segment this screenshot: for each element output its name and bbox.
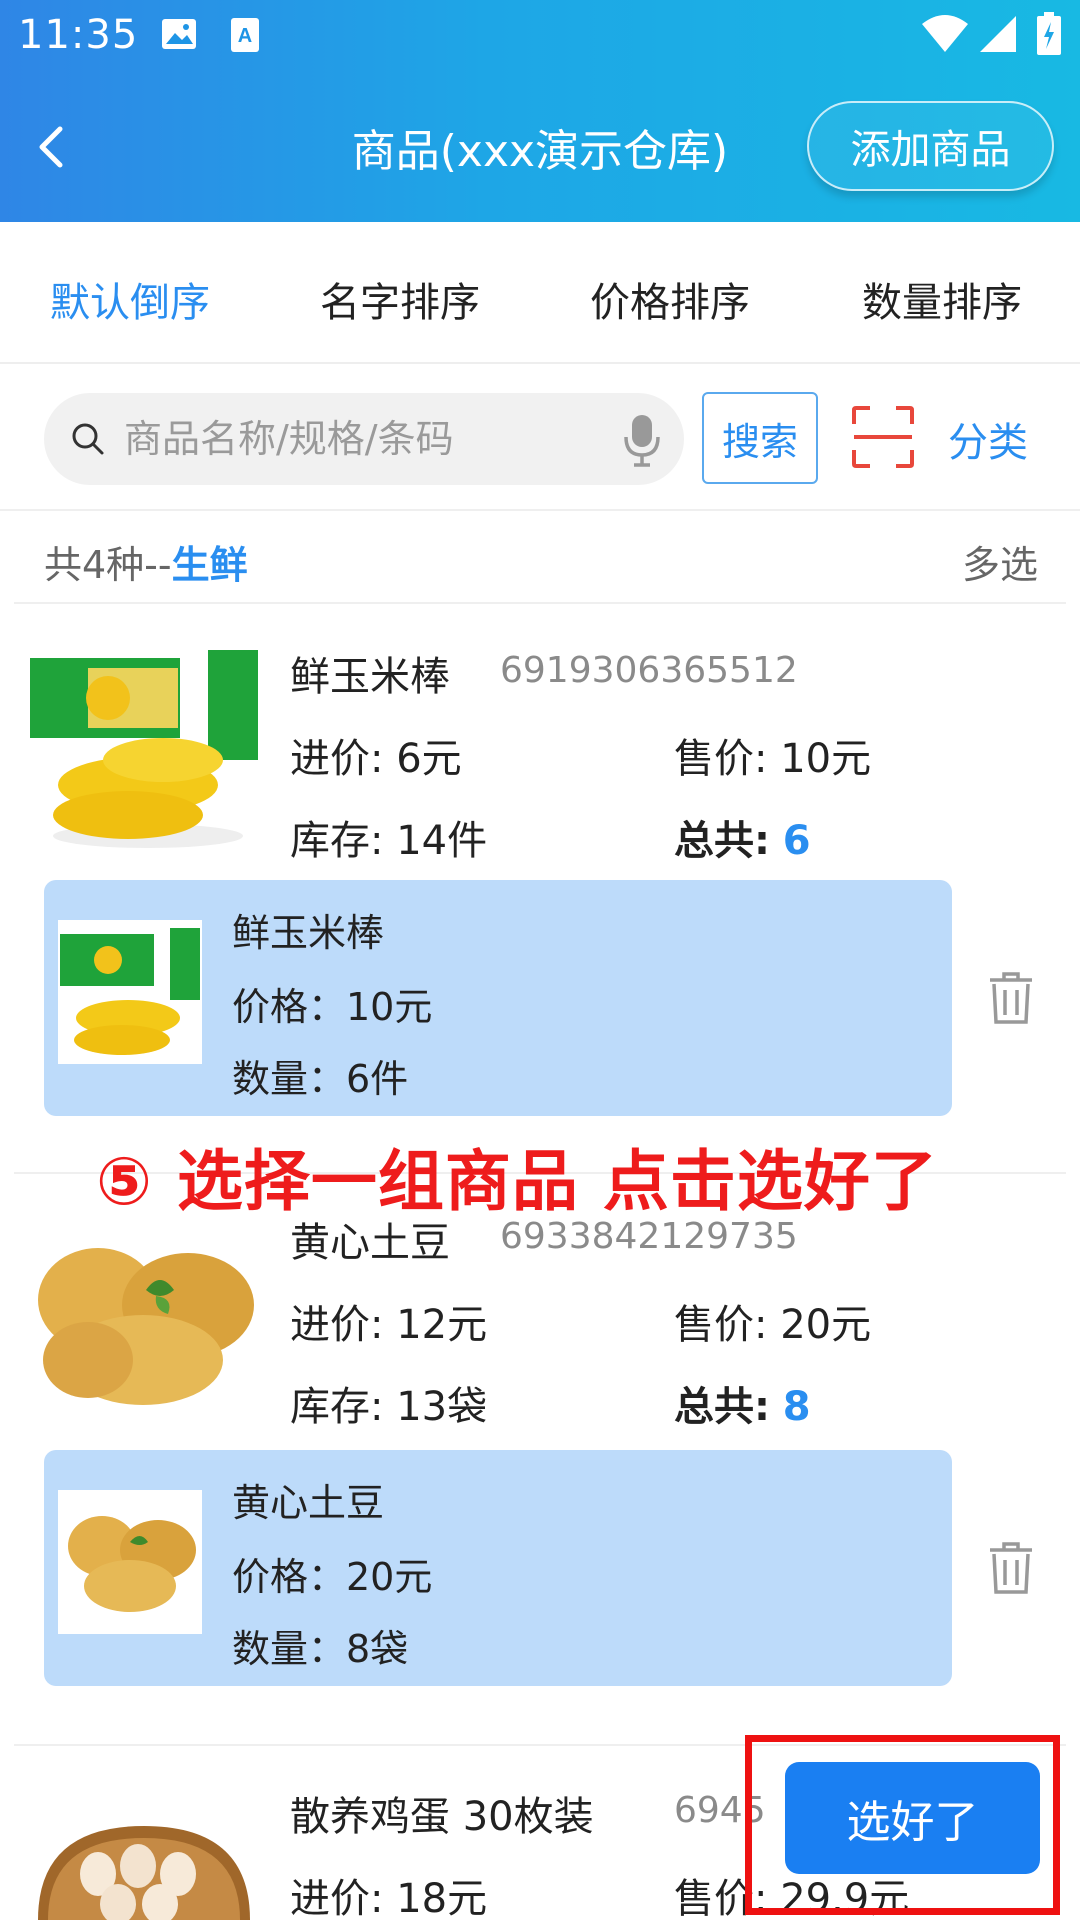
product-name: 散养鸡蛋 30枚装 xyxy=(290,1794,594,1840)
total-value: 8 xyxy=(782,1384,811,1430)
a-icon: A xyxy=(231,18,259,52)
total: 总共: 6 xyxy=(674,808,811,866)
product-item[interactable]: 鲜玉米棒 6919306365512 进价: 6元 售价: 10元 库存: 14… xyxy=(0,604,1080,1174)
svg-text:A: A xyxy=(238,25,252,47)
search-box xyxy=(44,393,684,485)
product-image-corn xyxy=(30,650,258,848)
search-icon xyxy=(72,423,104,455)
selected-image-potato xyxy=(58,1490,202,1634)
selected-item[interactable]: 黄心土豆 价格：20元 数量：8袋 xyxy=(44,1450,952,1686)
purchase-price: 进价: 12元 xyxy=(290,1302,488,1348)
selected-price: 价格：10元 xyxy=(232,985,433,1029)
selected-price: 价格：20元 xyxy=(232,1555,433,1599)
purchase-price: 进价: 18元 xyxy=(290,1876,488,1920)
stock: 库存: 13袋 xyxy=(290,1384,488,1430)
purchase-price: 进价: 6元 xyxy=(290,736,462,782)
search-button[interactable]: 搜索 xyxy=(702,392,818,484)
tab-price-sort[interactable]: 价格排序 xyxy=(590,270,750,328)
signal-icon xyxy=(980,16,1016,52)
search-row: 搜索 分类 xyxy=(0,366,1080,511)
wifi-icon xyxy=(922,15,968,52)
sort-tabs: 默认倒序 名字排序 价格排序 数量排序 xyxy=(0,222,1080,364)
selected-quantity: 数量：6件 xyxy=(232,1057,409,1101)
total-label: 总共: xyxy=(674,818,770,864)
battery-icon xyxy=(1037,12,1061,55)
selected-image-corn xyxy=(58,920,202,1064)
sale-price: 售价: 10元 xyxy=(674,736,872,782)
category-button[interactable]: 分类 xyxy=(948,410,1028,468)
scan-icon[interactable] xyxy=(852,406,914,468)
summary-category: 生鲜 xyxy=(171,543,248,587)
nav-bar: 商品(xxx演示仓库) 添加商品 xyxy=(0,95,1080,195)
microphone-icon[interactable] xyxy=(622,413,662,467)
sale-price: 售价: 20元 xyxy=(674,1302,872,1348)
product-item[interactable]: 黄心土豆 6933842129735 进价: 12元 售价: 20元 库存: 1… xyxy=(0,1174,1080,1746)
trash-icon[interactable] xyxy=(986,970,1036,1026)
done-button[interactable]: 选好了 xyxy=(785,1762,1040,1874)
app-header: 11:35 A 商品(xxx演示仓库) 添加商品 xyxy=(0,0,1080,222)
tab-default-desc[interactable]: 默认倒序 xyxy=(50,270,210,328)
product-name: 鲜玉米棒 xyxy=(290,654,450,700)
summary-count-text: 共4种-- xyxy=(44,543,172,587)
page-title: 商品(xxx演示仓库) xyxy=(351,126,729,177)
total: 总共: 8 xyxy=(674,1374,811,1432)
summary-count: 共4种--生鲜 xyxy=(44,534,248,589)
multi-select-button[interactable]: 多选 xyxy=(962,534,1038,589)
add-product-button[interactable]: 添加商品 xyxy=(807,101,1054,191)
status-time: 11:35 xyxy=(18,12,139,58)
summary-row: 共4种--生鲜 多选 xyxy=(0,512,1080,604)
status-bar: 11:35 A xyxy=(0,0,1080,72)
stock: 库存: 14件 xyxy=(290,818,488,864)
trash-icon[interactable] xyxy=(986,1540,1036,1596)
product-code: 6919306365512 xyxy=(500,650,798,691)
selected-name: 鲜玉米棒 xyxy=(232,911,385,955)
total-label: 总共: xyxy=(674,1384,770,1430)
chevron-left-icon[interactable] xyxy=(22,117,82,177)
total-value: 6 xyxy=(782,818,811,864)
tab-quantity-sort[interactable]: 数量排序 xyxy=(862,270,1022,328)
selected-quantity: 数量：8袋 xyxy=(232,1627,409,1671)
selected-name: 黄心土豆 xyxy=(232,1481,385,1525)
image-icon xyxy=(162,19,196,49)
product-image-potato xyxy=(38,1248,254,1405)
search-input[interactable] xyxy=(124,393,604,485)
selected-item[interactable]: 鲜玉米棒 价格：10元 数量：6件 xyxy=(44,880,952,1116)
instruction-annotation: ⑤ 选择一组商品 点击选好了 xyxy=(96,1143,938,1220)
tab-name-sort[interactable]: 名字排序 xyxy=(320,270,480,328)
product-image-eggs xyxy=(38,1826,250,1920)
